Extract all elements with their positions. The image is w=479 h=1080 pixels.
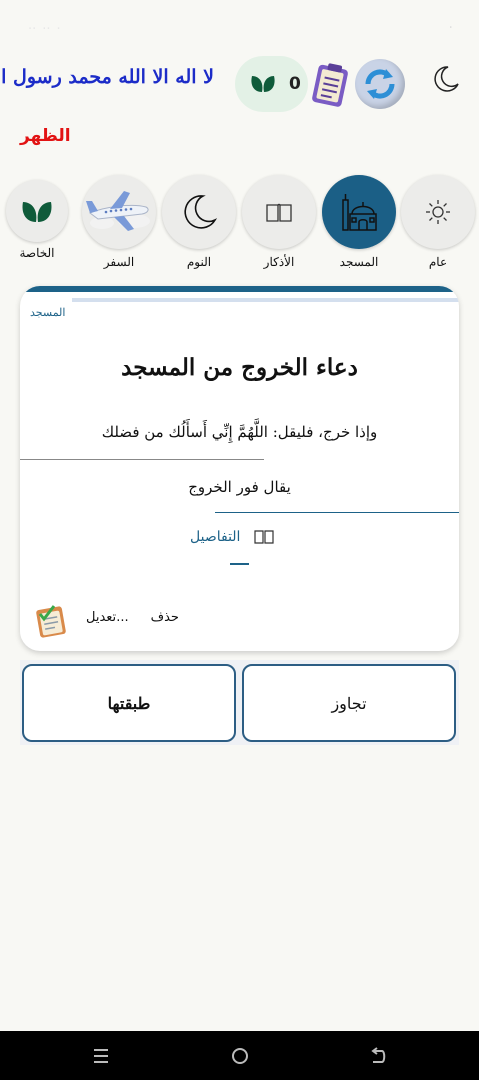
divider (215, 512, 459, 513)
card-text: وإذا خرج، فليقل: اللَّهُمَّ إِنِّي أَسأَ… (101, 423, 378, 441)
tab-indicator (230, 563, 249, 565)
category-circle (242, 175, 316, 249)
category-mosque[interactable]: المسجد (322, 175, 396, 269)
category-circle (6, 180, 68, 242)
book-icon (254, 530, 275, 544)
card-top-bar (20, 286, 459, 292)
card-note: يقال فور الخروج (188, 478, 291, 496)
notepad-icon[interactable] (32, 602, 70, 640)
status-indicators: .. .. . (28, 18, 61, 33)
counter-pill[interactable]: 0 (235, 56, 308, 112)
status-item: .. (42, 18, 51, 33)
category-circle (82, 175, 156, 249)
category-label: عام (428, 255, 448, 269)
category-label: الخاصة (19, 246, 55, 260)
counter-value: 0 (289, 74, 301, 94)
delete-button[interactable]: حذف (151, 610, 179, 625)
category-adhkar[interactable]: الأذكار (242, 175, 316, 269)
home-button[interactable] (227, 1043, 253, 1069)
status-item: . (56, 18, 61, 33)
clipboard-icon[interactable] (310, 60, 352, 108)
category-circle (162, 175, 236, 249)
category-travel[interactable]: السفر (82, 175, 156, 269)
details-label: التفاصيل (190, 529, 241, 545)
status-time: . (448, 16, 453, 32)
leaf-icon (22, 202, 52, 222)
card-progress-bar (72, 298, 459, 302)
category-personal[interactable]: الخاصة (2, 180, 72, 260)
category-label: السفر (103, 255, 135, 269)
airplane-icon (86, 191, 150, 231)
menu-icon (94, 1049, 108, 1063)
recent-apps-button[interactable] (88, 1043, 114, 1069)
back-icon (371, 1047, 386, 1063)
skip-button[interactable]: تجاوز (242, 664, 456, 742)
card-actions: تعديل... حذف (86, 610, 179, 625)
mosque-icon (342, 194, 377, 231)
card-category: المسجد (30, 306, 66, 319)
edit-button[interactable]: تعديل... (86, 610, 129, 625)
details-link[interactable]: التفاصيل (190, 529, 275, 545)
leaf-icon (251, 76, 275, 92)
navigation-bar (0, 1031, 479, 1080)
applied-button[interactable]: طبقتها (22, 664, 236, 742)
book-icon (266, 203, 292, 222)
sync-icon (365, 69, 395, 99)
category-label: النوم (186, 255, 212, 269)
divider (20, 459, 264, 460)
prayer-name: الظهر (20, 126, 71, 146)
category-circle (322, 175, 396, 249)
sun-icon (426, 200, 450, 224)
category-label: المسجد (339, 255, 379, 269)
category-circle (401, 175, 475, 249)
status-bar: .. .. . . (0, 0, 479, 48)
back-button[interactable] (365, 1043, 391, 1069)
dark-mode-moon-icon[interactable] (430, 64, 460, 94)
card-title: دعاء الخروج من المسجد (121, 354, 358, 381)
moon-icon (184, 195, 218, 229)
sync-button[interactable] (355, 59, 405, 109)
category-label: الأذكار (263, 255, 295, 269)
status-item: .. (28, 18, 37, 33)
category-general[interactable]: عام (401, 175, 475, 269)
home-circle-icon (232, 1048, 248, 1064)
category-sleep[interactable]: النوم (162, 175, 236, 269)
tahlil-text: لا اله الا الله محمد رسول الله (0, 66, 214, 88)
dua-card: المسجد دعاء الخروج من المسجد وإذا خرج، ف… (20, 286, 459, 651)
